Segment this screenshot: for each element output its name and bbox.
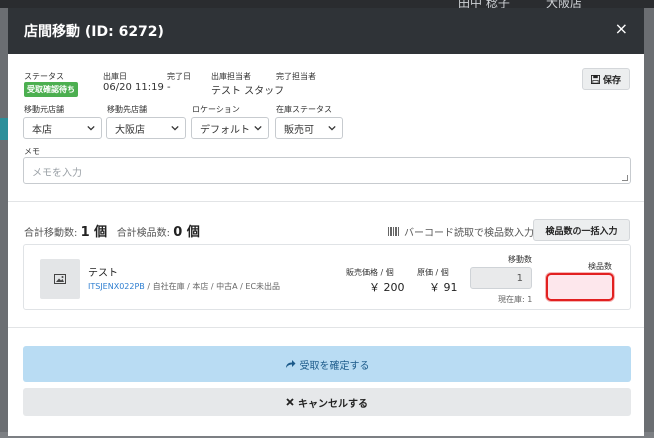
product-meta: ITSJENX022PB / 自社在庫 / 本店 / 中古A / EC未出品 xyxy=(88,281,280,292)
save-button-label: 保存 xyxy=(602,75,621,86)
location-label: ロケーション xyxy=(192,105,240,114)
bulk-inspect-input-button[interactable]: 検品数の一括入力 xyxy=(533,219,630,241)
save-button[interactable]: 保存 xyxy=(582,68,630,90)
completed-date-value: - xyxy=(167,82,171,93)
modal-header: 店間移動 (ID: 6272) × xyxy=(8,8,644,54)
save-icon xyxy=(590,74,600,84)
move-qty-field: 1 xyxy=(470,267,532,289)
close-icon xyxy=(286,398,294,406)
shipped-date-label: 出庫日 xyxy=(103,72,127,81)
share-arrow-icon xyxy=(285,360,295,368)
totals-summary: 合計移動数: 1 個 合計検品数: 0 個 xyxy=(24,221,200,240)
divider xyxy=(8,201,644,202)
total-inspect-label: 合計検品数: xyxy=(116,228,171,239)
product-name: テスト xyxy=(88,268,118,279)
product-attributes: / 自社在庫 / 本店 / 中古A / EC未出品 xyxy=(144,282,281,291)
resize-handle-icon[interactable] xyxy=(622,175,628,181)
to-store-label: 移動先店舗 xyxy=(107,105,147,114)
completing-staff-value: - xyxy=(276,82,280,93)
chevron-down-icon xyxy=(328,125,336,131)
background-topbar: 田中 稔子 大阪店 xyxy=(0,0,654,10)
location-select[interactable]: デフォルト xyxy=(191,117,269,139)
memo-placeholder: メモを入力 xyxy=(32,168,82,179)
barcode-label: バーコード読取で検品数入力 xyxy=(404,228,534,239)
image-icon xyxy=(54,274,66,284)
location-value: デフォルト xyxy=(200,124,250,136)
item-row: テスト ITSJENX022PB / 自社在庫 / 本店 / 中古A / EC未… xyxy=(23,244,631,310)
product-sku-link[interactable]: ITSJENX022PB xyxy=(88,282,145,291)
barcode-icon xyxy=(388,227,399,236)
completing-staff-label: 完了担当者 xyxy=(276,72,316,81)
move-qty-label: 移動数 xyxy=(508,255,532,264)
cancel-label: キャンセルする xyxy=(298,398,368,410)
inspect-qty-input[interactable] xyxy=(546,273,614,301)
modal-title: 店間移動 (ID: 6272) xyxy=(24,24,164,40)
barcode-hint: バーコード読取で検品数入力 xyxy=(388,224,534,239)
cost-label: 原価 / 個 xyxy=(417,268,449,277)
from-store-select[interactable]: 本店 xyxy=(23,117,102,139)
sale-price-label: 販売価格 / 個 xyxy=(346,268,394,277)
store-transfer-modal: 店間移動 (ID: 6272) × ステータス 受取確認待ち 出庫日 06/20… xyxy=(8,8,644,436)
divider xyxy=(8,327,644,328)
cancel-button[interactable]: キャンセルする xyxy=(23,388,631,416)
confirm-receipt-button[interactable]: 受取を確定する xyxy=(23,346,631,382)
sale-price-value: ￥ 200 xyxy=(369,281,405,294)
shipped-date-value: 06/20 11:19 xyxy=(103,82,164,93)
from-store-label: 移動元店舗 xyxy=(24,105,64,114)
cost-value: ￥ 91 xyxy=(429,281,458,294)
stock-status-select[interactable]: 販売可 xyxy=(275,117,343,139)
to-store-value: 大阪店 xyxy=(115,124,145,136)
completed-date-label: 完了日 xyxy=(167,72,191,81)
status-badge: 受取確認待ち xyxy=(24,82,78,97)
status-label: ステータス xyxy=(24,72,64,81)
chevron-down-icon xyxy=(171,125,179,131)
current-stock: 現在庫: 1 xyxy=(498,295,533,304)
memo-label: メモ xyxy=(24,147,40,156)
shipping-staff-value: テスト スタッフ xyxy=(211,86,285,97)
stock-status-label: 在庫ステータス xyxy=(276,105,332,114)
background-side-tab xyxy=(0,118,8,140)
to-store-select[interactable]: 大阪店 xyxy=(106,117,186,139)
from-store-value: 本店 xyxy=(32,124,52,136)
product-thumbnail xyxy=(40,259,80,299)
total-move-label: 合計移動数: xyxy=(24,228,78,239)
inspect-qty-label: 検品数 xyxy=(588,262,612,271)
chevron-down-icon xyxy=(87,125,95,131)
total-move-value: 1 個 xyxy=(80,225,108,240)
close-icon[interactable]: × xyxy=(615,20,628,38)
shipping-staff-label: 出庫担当者 xyxy=(211,72,251,81)
chevron-down-icon xyxy=(254,125,262,131)
memo-textarea[interactable]: メモを入力 xyxy=(23,157,631,184)
total-inspect-value: 0 個 xyxy=(173,225,200,240)
confirm-receipt-label: 受取を確定する xyxy=(299,360,370,372)
stock-status-value: 販売可 xyxy=(284,124,314,136)
